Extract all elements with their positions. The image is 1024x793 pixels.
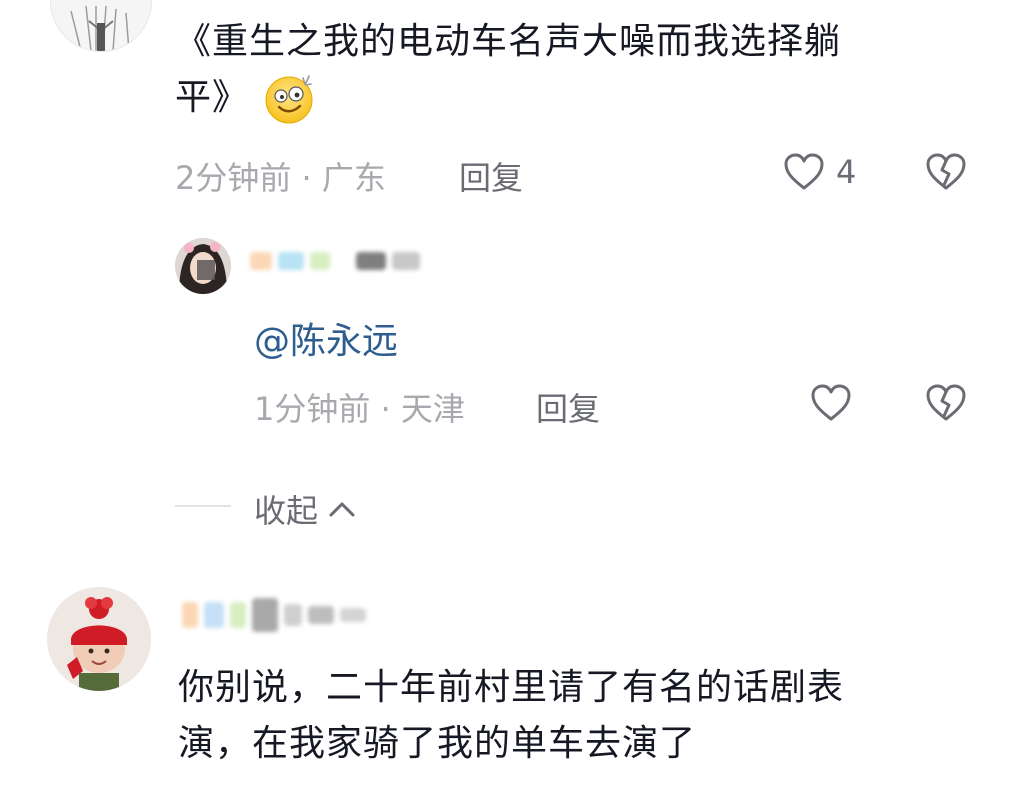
comment-text-line: 平》 — [175, 70, 975, 126]
broken-heart-icon[interactable] — [925, 152, 967, 192]
comment-text: 你别说，二十年前村里请了有名的话剧表 演，在我家骑了我的单车去演了 — [178, 660, 998, 772]
avatar[interactable] — [175, 238, 231, 294]
avatar-photo — [175, 238, 231, 294]
comment-text: 《重生之我的电动车名声大噪而我选择躺 平》 — [175, 14, 975, 126]
like-count: 4 — [836, 153, 857, 191]
reply-button[interactable]: 回复 — [536, 384, 600, 430]
comment-text-fragment: 平》 — [175, 77, 250, 118]
divider — [175, 505, 231, 507]
comment-text-line: 演，在我家骑了我的单车去演了 — [178, 723, 697, 764]
heart-outline-icon[interactable] — [783, 152, 825, 192]
comment-text-line: 《重生之我的电动车名声大噪而我选择躺 — [175, 21, 842, 62]
username-blurred[interactable] — [182, 598, 366, 632]
broken-heart-icon[interactable] — [925, 383, 967, 423]
reply-time-location: 1分钟前 · 天津 — [254, 390, 465, 428]
collapse-label: 收起 — [254, 492, 319, 530]
comment-text-line: 你别说，二十年前村里请了有名的话剧表 — [178, 667, 845, 708]
username-blurred[interactable] — [250, 252, 420, 270]
reply-button[interactable]: 回复 — [459, 153, 523, 199]
comment-time-location: 2分钟前 · 广东 — [175, 159, 386, 197]
avatar[interactable] — [50, 0, 152, 52]
collapse-replies-button[interactable]: 收起 — [254, 486, 356, 532]
heart-outline-icon[interactable] — [810, 383, 852, 423]
dizzy-grin-emoji-icon — [263, 72, 315, 124]
avatar-photo — [47, 587, 151, 691]
chevron-up-icon — [329, 502, 355, 517]
avatar-illustration — [51, 0, 151, 51]
avatar[interactable] — [47, 587, 151, 691]
mention-link[interactable]: @陈永远 — [254, 312, 398, 364]
